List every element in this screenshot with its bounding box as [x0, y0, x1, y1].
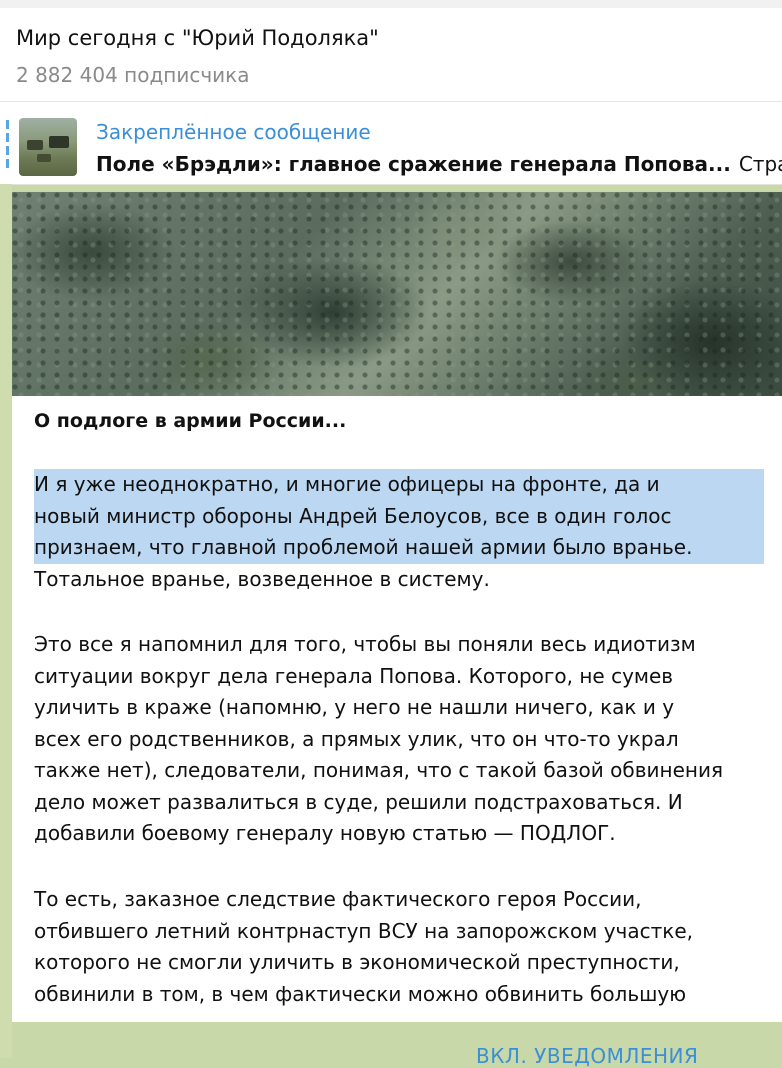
pinned-thumbnail: [19, 118, 77, 176]
pinned-text-extra: Стра: [738, 152, 782, 176]
message-bubble[interactable]: О подлоге в армии России... И я уже неод…: [12, 192, 782, 1022]
text-line: Это все я напомнил для того, чтобы вы по…: [34, 632, 696, 656]
text-line: То есть, заказное следствие фактического…: [34, 887, 642, 911]
message-photo[interactable]: [12, 192, 782, 396]
pinned-title: Закреплённое сообщение: [96, 120, 371, 144]
text-line: которого не смогли уличить в экономическ…: [34, 950, 680, 974]
pinned-indicator: [6, 120, 9, 168]
channel-header[interactable]: Мир сегодня с "Юрий Подоляка" 2 882 404 …: [0, 8, 782, 102]
message-paragraph-3: То есть, заказное следствие фактического…: [34, 884, 764, 1010]
text-line: дело может развалиться в суде, решили по…: [34, 789, 683, 814]
text-line: также нет), следователи, понимая, что с …: [34, 758, 723, 782]
pinned-message-bar[interactable]: Закреплённое сообщение Поле «Брэдли»: гл…: [0, 102, 782, 185]
subscriber-count: 2 882 404 подписчика: [16, 63, 250, 87]
text-line: Тотальное вранье, возведенное в систему.: [34, 566, 490, 591]
text-line: новый министр обороны Андрей Белоусов, в…: [34, 500, 764, 532]
channel-title[interactable]: Мир сегодня с "Юрий Подоляка": [16, 26, 379, 50]
text-line: признаем, что главной проблемой нашей ар…: [34, 532, 764, 564]
text-line: добавили боевому генералу новую статью —…: [34, 821, 616, 845]
message-paragraph-1: И я уже неоднократно, и многие офицеры н…: [34, 469, 764, 595]
message-paragraph-2: Это все я напомнил для того, чтобы вы по…: [34, 629, 764, 850]
text-line: ситуации вокруг дела генерала Попова. Ко…: [34, 663, 674, 688]
text-line: И я уже неоднократно, и многие офицеры н…: [34, 469, 764, 501]
text-line: всех его родственников, а прямых улик, ч…: [34, 726, 679, 751]
window-top-strip: [0, 0, 782, 8]
pinned-text: Поле «Брэдли»: главное сражение генерала…: [96, 152, 782, 176]
text-line: уличить в краже (напомню, у него не нашл…: [34, 695, 675, 719]
pinned-text-main: Поле «Брэдли»: главное сражение генерала…: [96, 152, 731, 176]
text-line: отбившего летний контрнаступ ВСУ на запо…: [34, 918, 693, 943]
enable-notifications-button[interactable]: ВКЛ. УВЕДОМЛЕНИЯ: [476, 1044, 698, 1068]
text-line: обвинили в том, в чем фактически можно о…: [34, 981, 687, 1006]
message-heading: О подлоге в армии России...: [34, 410, 347, 432]
chat-background: [0, 184, 12, 1058]
